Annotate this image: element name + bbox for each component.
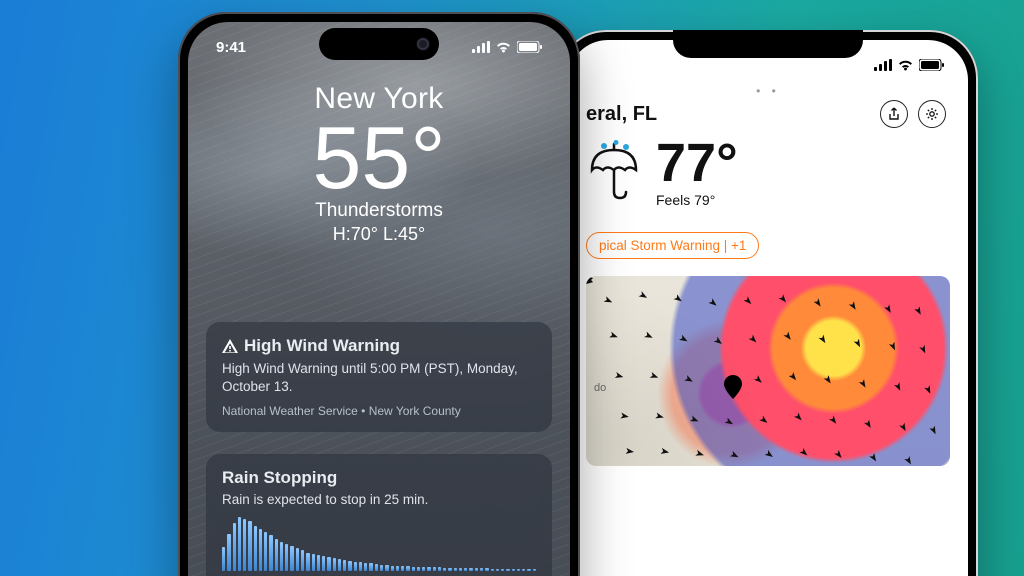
rain-title: Rain Stopping <box>222 468 536 488</box>
gear-icon <box>925 107 939 121</box>
high-low: H:70° L:45° <box>188 224 570 245</box>
condition-label: Thunderstorms <box>188 200 570 222</box>
alert-body: High Wind Warning until 5:00 PM (PST), M… <box>222 360 536 396</box>
share-icon <box>887 107 901 121</box>
rain-minutecast-chart <box>222 517 536 571</box>
wind-arrows-icon <box>586 276 950 466</box>
phone-right: • • eral, FL 77° Feels 79 <box>558 30 978 576</box>
weather-hero: New York 55° Thunderstorms H:70° L:45° <box>188 82 570 245</box>
camera-icon <box>417 38 429 50</box>
screen-left: 9:41 New York 55° Thunderstorms H:70° L:… <box>188 22 570 576</box>
battery-icon <box>517 41 542 53</box>
map-city-label: do <box>594 382 606 394</box>
warning-icon <box>222 338 238 354</box>
screen-right: • • eral, FL 77° Feels 79 <box>568 40 968 576</box>
radar-map[interactable]: do <box>586 276 950 466</box>
storm-warning-pill[interactable]: pical Storm Warning | +1 <box>586 232 759 259</box>
cellular-icon <box>874 59 892 71</box>
status-icons <box>874 59 944 71</box>
phone-left: 9:41 New York 55° Thunderstorms H:70° L:… <box>178 12 580 576</box>
feels-like: Feels 79° <box>656 192 738 208</box>
wifi-icon <box>897 59 914 71</box>
alert-title: High Wind Warning <box>244 336 400 356</box>
settings-button[interactable] <box>918 100 946 128</box>
status-time: 9:41 <box>216 39 246 56</box>
location-title: eral, FL <box>586 103 657 126</box>
rain-body: Rain is expected to stop in 25 min. <box>222 492 536 507</box>
cellular-icon <box>472 41 490 53</box>
wifi-icon <box>495 41 512 53</box>
status-icons <box>472 41 542 53</box>
share-button[interactable] <box>880 100 908 128</box>
temperature-value: 77° <box>656 136 738 190</box>
umbrella-rain-icon <box>586 140 642 205</box>
battery-icon <box>919 59 944 71</box>
page-dots: • • <box>568 84 968 98</box>
dynamic-island <box>319 28 439 60</box>
alert-card[interactable]: High Wind Warning High Wind Warning unti… <box>206 322 552 432</box>
temperature-value: 55° <box>188 114 570 202</box>
map-pin-icon <box>724 375 742 399</box>
rain-card[interactable]: Rain Stopping Rain is expected to stop i… <box>206 454 552 576</box>
alert-source: National Weather Service • New York Coun… <box>222 404 536 418</box>
app-screenshot-canvas: { "left": { "status_time": "9:41", "city… <box>0 0 1024 576</box>
notch <box>673 30 863 58</box>
